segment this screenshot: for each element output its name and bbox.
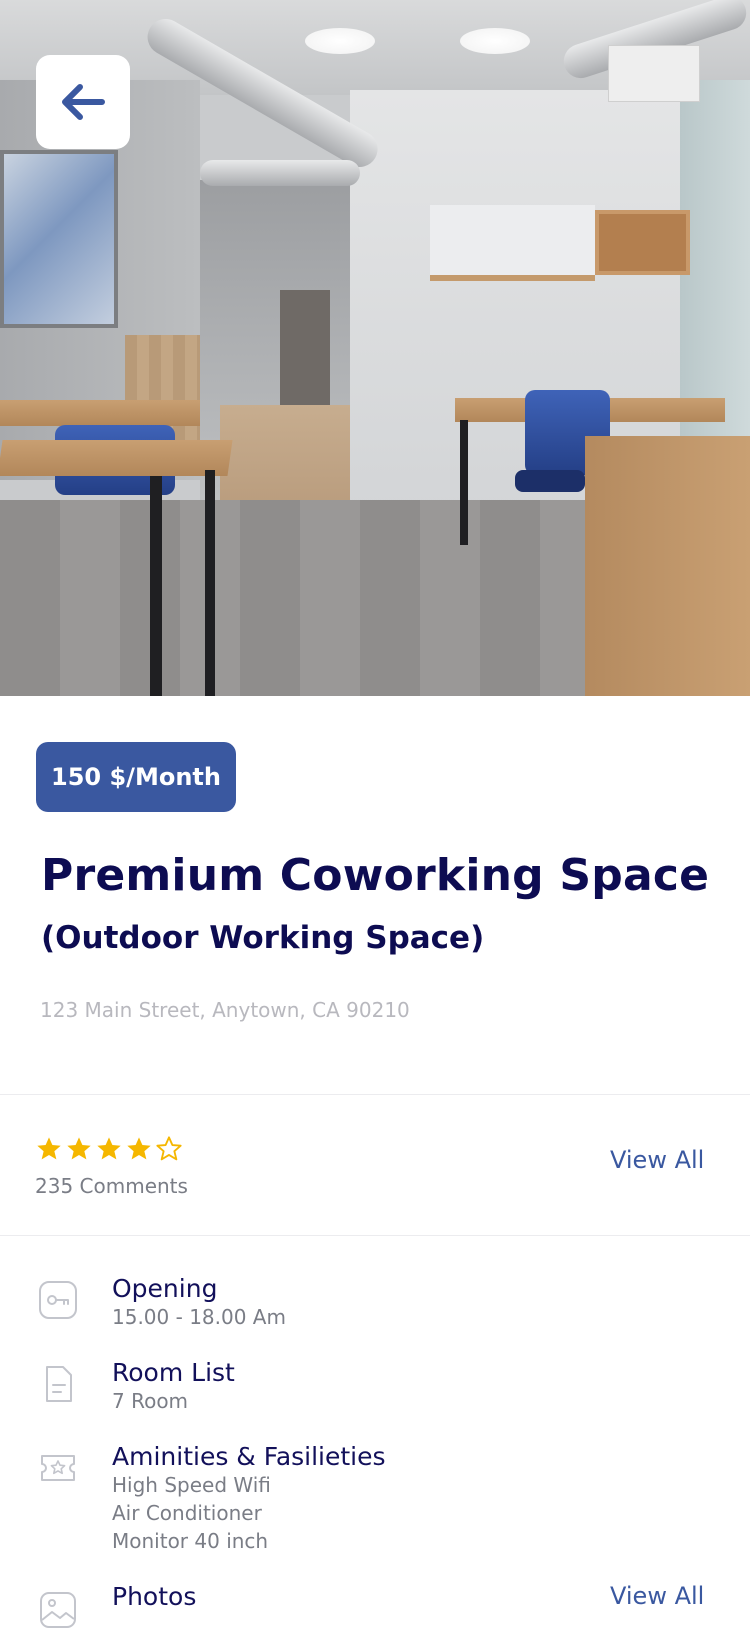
divider xyxy=(0,1235,750,1236)
ticket-star-icon xyxy=(41,1455,75,1481)
room-count: 7 Room xyxy=(112,1389,189,1413)
hero-desk xyxy=(0,400,200,426)
divider xyxy=(0,1094,750,1095)
hero-ceiling-lamp xyxy=(305,28,375,54)
opening-title: Opening xyxy=(112,1274,218,1303)
star-filled-icon xyxy=(127,1137,151,1160)
key-icon xyxy=(39,1281,77,1319)
hero-door xyxy=(280,290,330,405)
document-icon xyxy=(46,1366,72,1402)
page-subtitle: (Outdoor Working Space) xyxy=(41,920,485,956)
amenity-item: Monitor 40 inch xyxy=(112,1529,269,1553)
view-all-comments-link[interactable]: View All xyxy=(610,1146,704,1174)
star-filled-icon xyxy=(37,1137,61,1160)
star-outline-icon xyxy=(156,1136,182,1161)
page-title: Premium Coworking Space xyxy=(41,850,710,901)
rating-stars xyxy=(35,1135,183,1163)
hero-wall-cabinet xyxy=(430,205,595,281)
hero-pipe xyxy=(200,160,360,186)
image-icon xyxy=(40,1592,76,1628)
arrow-left-icon xyxy=(62,84,105,120)
hero-whiteboard xyxy=(0,150,118,328)
price-badge: 150 $/Month xyxy=(36,742,236,812)
back-button[interactable] xyxy=(36,55,130,149)
star-filled-icon xyxy=(67,1137,91,1160)
hero-corridor-floor xyxy=(220,405,350,510)
amenities-title: Aminities & Fasilieties xyxy=(112,1442,386,1471)
hero-desk xyxy=(0,440,233,476)
hero-chair-seat xyxy=(515,470,585,492)
star-filled-icon xyxy=(97,1137,121,1160)
amenity-item: High Speed Wifi xyxy=(112,1473,271,1497)
hero-wall-shelf xyxy=(595,210,690,275)
comments-count: 235 Comments xyxy=(35,1174,188,1198)
amenity-item: Air Conditioner xyxy=(112,1501,262,1525)
hero-air-conditioner xyxy=(608,45,700,102)
opening-hours: 15.00 - 18.00 Am xyxy=(112,1305,286,1329)
view-all-photos-link[interactable]: View All xyxy=(610,1582,704,1610)
address-text: 123 Main Street, Anytown, CA 90210 xyxy=(40,998,410,1022)
photos-title: Photos xyxy=(112,1582,197,1611)
hero-desk-leg xyxy=(205,470,215,696)
room-list-title: Room List xyxy=(112,1358,235,1387)
hero-desk-leg xyxy=(460,420,468,545)
hero-desk xyxy=(585,436,750,696)
hero-desk-leg xyxy=(150,476,162,696)
hero-ceiling-lamp xyxy=(460,28,530,54)
